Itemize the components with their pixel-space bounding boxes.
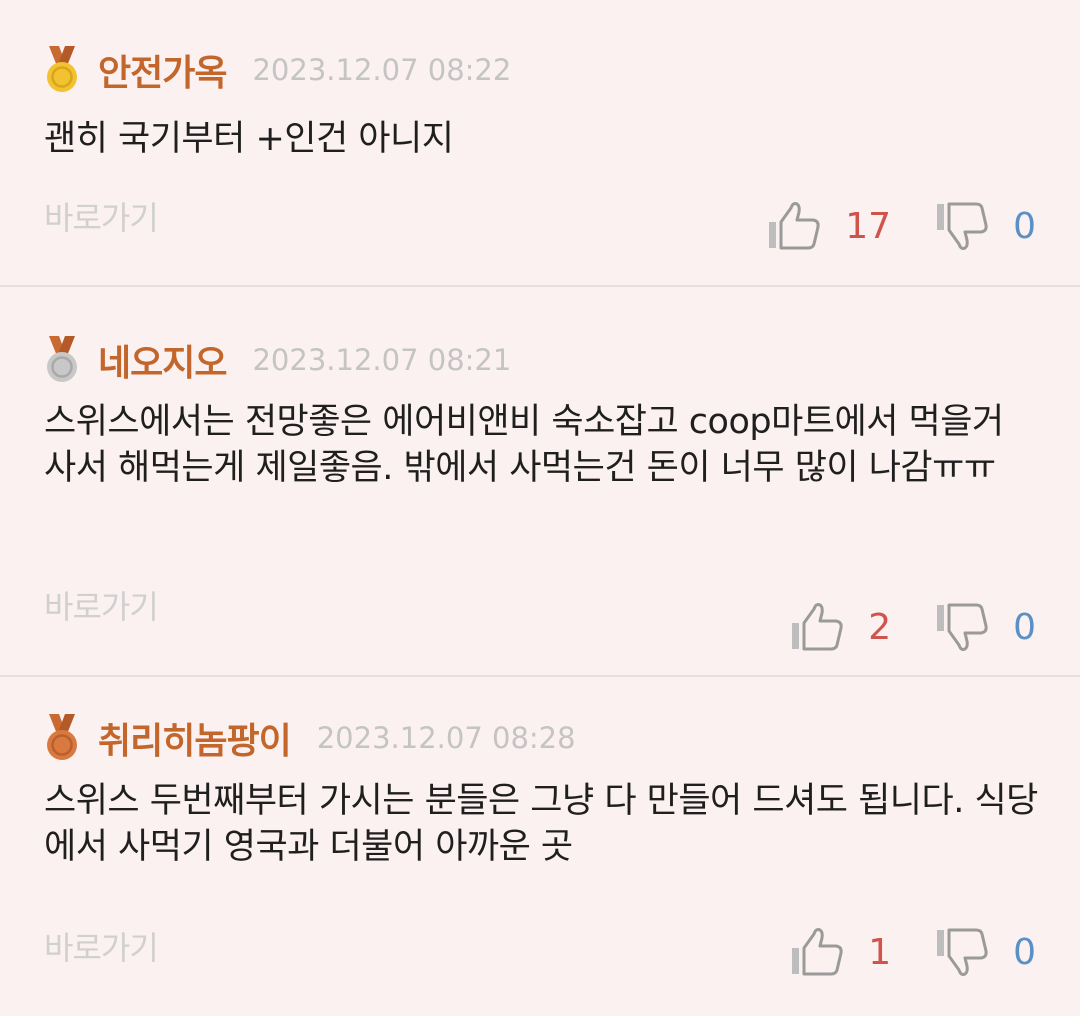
like-button[interactable]: 17 <box>767 200 891 252</box>
thumbs-up-icon <box>792 928 843 976</box>
goto-link[interactable]: 바로가기 <box>44 582 159 628</box>
thumbs-down-icon <box>937 603 988 651</box>
comment-item: 네오지오 2023.12.07 08:21 스위스에서는 전망좋은 에어비앤비 … <box>0 287 1080 677</box>
vote-bar: 2 0 <box>790 601 1036 653</box>
vote-bar: 17 0 <box>767 200 1036 252</box>
like-button[interactable]: 1 <box>790 926 891 978</box>
thumbs-up-icon <box>792 603 843 651</box>
like-count: 2 <box>868 606 892 648</box>
dislike-button[interactable]: 0 <box>935 200 1036 252</box>
silver-medal-icon <box>47 336 77 382</box>
like-button[interactable]: 2 <box>790 601 891 653</box>
comment-header: 안전가옥 2023.12.07 08:22 <box>44 44 511 96</box>
comment-text: 스위스에서는 전망좋은 에어비앤비 숙소잡고 coop마트에서 먹을거 사서 해… <box>44 402 1004 488</box>
author-name[interactable]: 안전가옥 <box>98 44 227 96</box>
goto-link[interactable]: 바로가기 <box>44 193 159 239</box>
comment-header: 네오지오 2023.12.07 08:21 <box>44 334 511 386</box>
thumbs-up-icon <box>769 202 820 250</box>
author-name[interactable]: 취리히놈팡이 <box>98 712 292 764</box>
thumbs-down-icon <box>937 202 988 250</box>
dislike-button[interactable]: 0 <box>935 601 1036 653</box>
comment-date: 2023.12.07 08:28 <box>316 721 576 755</box>
like-count: 17 <box>845 205 892 247</box>
author-name[interactable]: 네오지오 <box>98 334 227 386</box>
dislike-count: 0 <box>1013 205 1036 247</box>
vote-bar: 1 0 <box>790 926 1036 978</box>
dislike-button[interactable]: 0 <box>935 926 1036 978</box>
thumbs-down-icon <box>937 928 988 976</box>
gold-medal-icon <box>47 46 77 92</box>
comment-date: 2023.12.07 08:22 <box>252 53 512 87</box>
comment-header: 취리히놈팡이 2023.12.07 08:28 <box>44 712 576 764</box>
comment-date: 2023.12.07 08:21 <box>252 343 512 377</box>
dislike-count: 0 <box>1013 606 1036 648</box>
bronze-medal-icon <box>47 714 77 760</box>
comment-item: 안전가옥 2023.12.07 08:22 괜히 국기부터 +인건 아니지 바로… <box>0 0 1080 287</box>
dislike-count: 0 <box>1013 931 1036 973</box>
comment-text: 스위스 두번째부터 가시는 분들은 그냥 다 만들어 드셔도 됩니다. 식당에서… <box>44 781 1038 867</box>
comment-item: 취리히놈팡이 2023.12.07 08:28 스위스 두번째부터 가시는 분들… <box>0 677 1080 1016</box>
comment-text: 괜히 국기부터 +인건 아니지 <box>44 119 454 159</box>
like-count: 1 <box>868 931 892 973</box>
goto-link[interactable]: 바로가기 <box>44 923 159 969</box>
